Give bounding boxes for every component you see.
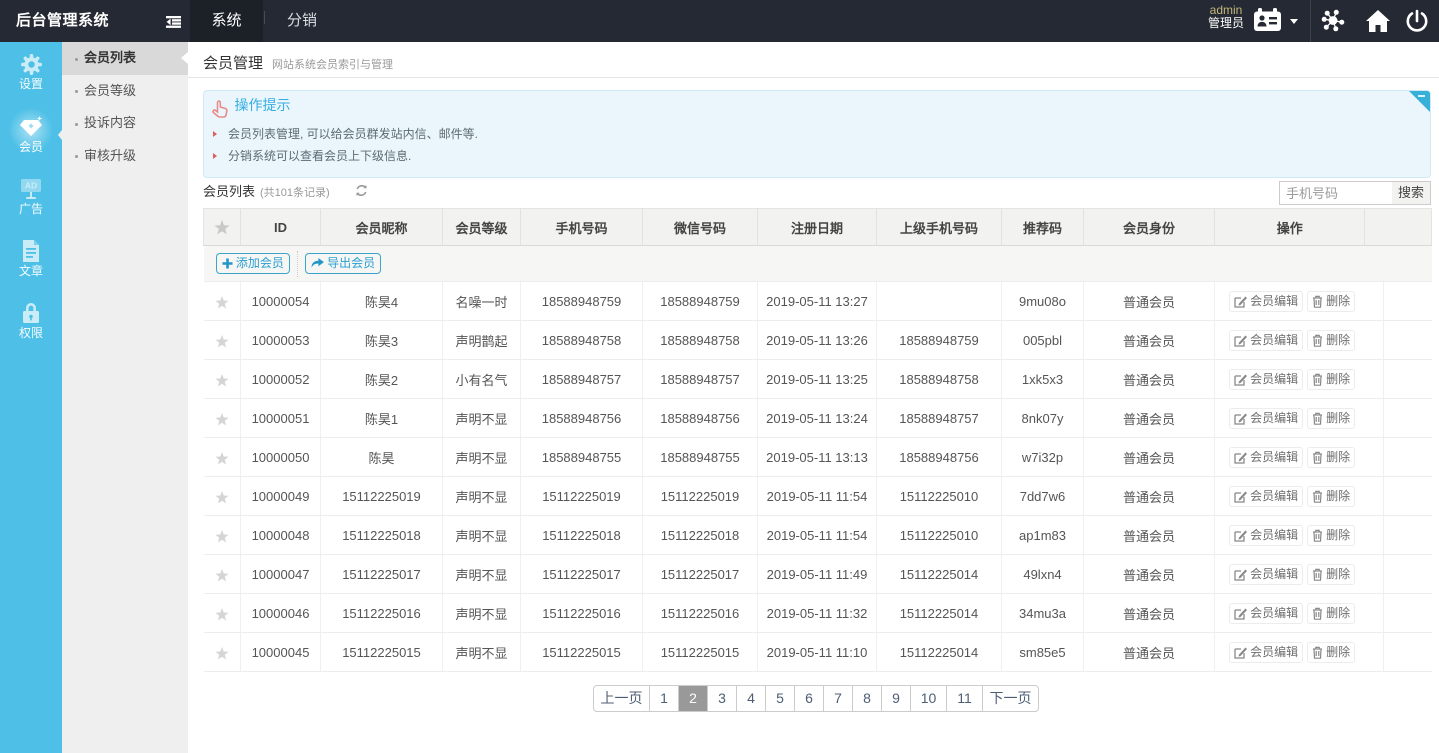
- svg-text:AD: AD: [25, 181, 37, 191]
